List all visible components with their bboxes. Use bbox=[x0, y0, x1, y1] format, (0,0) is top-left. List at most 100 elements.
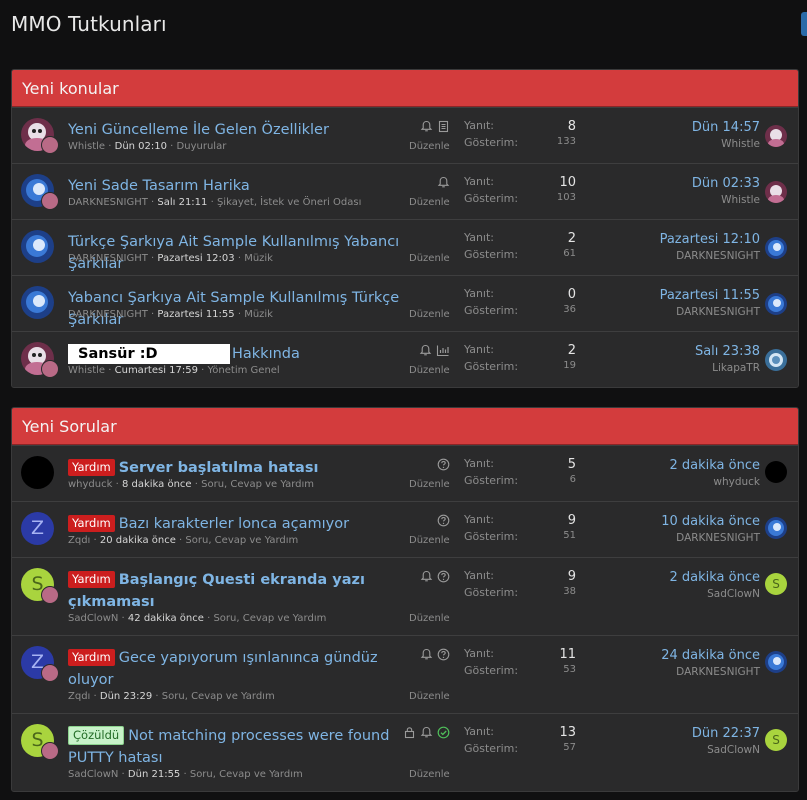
thread-author[interactable]: whyduck bbox=[68, 479, 112, 490]
last-poster-avatar[interactable] bbox=[765, 293, 787, 315]
prefix-badge[interactable]: Yardım bbox=[68, 649, 115, 666]
last-post-user[interactable]: whyduck bbox=[580, 474, 760, 491]
author-avatar[interactable] bbox=[21, 286, 54, 319]
thread-date[interactable]: 42 dakika önce bbox=[128, 613, 204, 624]
thread-status-icons bbox=[420, 648, 450, 661]
edit-link[interactable]: Düzenle bbox=[409, 479, 450, 490]
thread-author[interactable]: Zqdı bbox=[68, 691, 90, 702]
edit-link[interactable]: Düzenle bbox=[409, 535, 450, 546]
block-title[interactable]: Yeni Sorular bbox=[12, 408, 798, 445]
thread-author[interactable]: DARKNESNIGHT bbox=[68, 309, 148, 320]
views-count: 36 bbox=[563, 304, 576, 315]
thread-date[interactable]: Dün 23:29 bbox=[100, 691, 152, 702]
last-post-user[interactable]: Whistle bbox=[580, 136, 760, 153]
edit-link[interactable]: Düzenle bbox=[409, 141, 450, 152]
edit-link[interactable]: Düzenle bbox=[409, 613, 450, 624]
thread-author[interactable]: Whistle bbox=[68, 365, 105, 376]
block-title[interactable]: Yeni konular bbox=[12, 70, 798, 107]
views-label: Gösterim: bbox=[464, 530, 519, 543]
thread-author[interactable]: Whistle bbox=[68, 141, 105, 152]
thread-forum[interactable]: Soru, Cevap ve Yardım bbox=[190, 769, 303, 780]
thread-title-text[interactable]: Server başlatılma hatası bbox=[119, 460, 319, 476]
last-post-date[interactable]: Dün 22:37 bbox=[580, 725, 760, 742]
last-post-user[interactable]: DARKNESNIGHT bbox=[580, 530, 760, 547]
last-post-date[interactable]: 2 dakika önce bbox=[580, 569, 761, 586]
thread-title[interactable]: Yeni Güncelleme İle Gelen Özellikler bbox=[68, 119, 403, 141]
thread-author[interactable]: SadClowN bbox=[68, 769, 118, 780]
header-button[interactable] bbox=[801, 12, 807, 36]
author-avatar[interactable]: Z bbox=[21, 512, 54, 545]
thread-forum[interactable]: Yönetim Genel bbox=[208, 365, 280, 376]
thread-author[interactable]: SadClowN bbox=[68, 613, 118, 624]
thread-forum[interactable]: Soru, Cevap ve Yardım bbox=[162, 691, 275, 702]
last-post-user[interactable]: DARKNESNIGHT bbox=[580, 664, 760, 681]
thread-author[interactable]: DARKNESNIGHT bbox=[68, 197, 148, 208]
prefix-badge[interactable]: Yardım bbox=[68, 515, 115, 532]
question-row: S Yardım Başlangıç Questi ekranda yazı çı… bbox=[12, 557, 798, 635]
last-poster-avatar[interactable] bbox=[765, 237, 787, 259]
thread-forum[interactable]: Müzik bbox=[244, 253, 273, 264]
thread-date[interactable]: Dün 21:55 bbox=[128, 769, 180, 780]
thread-forum[interactable]: Soru, Cevap ve Yardım bbox=[185, 535, 298, 546]
last-poster-avatar[interactable] bbox=[765, 125, 787, 147]
thread-meta: whyduck · 8 dakika önce · Soru, Cevap ve… bbox=[68, 479, 315, 490]
thread-author[interactable]: Zqdı bbox=[68, 535, 90, 546]
author-avatar[interactable] bbox=[21, 456, 54, 489]
last-post-date[interactable]: Salı 23:38 bbox=[580, 343, 760, 360]
last-poster-avatar[interactable]: S bbox=[765, 729, 787, 751]
replies-count: 9 bbox=[567, 569, 576, 584]
last-post-date[interactable]: 2 dakika önce bbox=[580, 457, 761, 474]
thread-date[interactable]: Pazartesi 12:03 bbox=[157, 253, 234, 264]
thread-author[interactable]: DARKNESNIGHT bbox=[68, 253, 148, 264]
thread-date[interactable]: Salı 21:11 bbox=[157, 197, 207, 208]
prefix-badge[interactable]: Çözüldü bbox=[68, 726, 125, 745]
last-poster-avatar[interactable] bbox=[765, 517, 787, 539]
last-post-user[interactable]: SadClowN bbox=[580, 586, 760, 603]
thread-forum[interactable]: Soru, Cevap ve Yardım bbox=[213, 613, 326, 624]
replies-count: 9 bbox=[567, 513, 576, 528]
last-post-user[interactable]: DARKNESNIGHT bbox=[580, 248, 760, 265]
last-post-user[interactable]: LikapaTR bbox=[580, 360, 760, 377]
thread-forum[interactable]: Duyurular bbox=[177, 141, 227, 152]
edit-link[interactable]: Düzenle bbox=[409, 197, 450, 208]
thread-forum[interactable]: Müzik bbox=[244, 309, 273, 320]
last-post-date[interactable]: Dün 02:33 bbox=[580, 175, 760, 192]
last-poster-avatar[interactable] bbox=[765, 461, 787, 483]
question-icon bbox=[437, 648, 450, 661]
replies-label: Yanıt: bbox=[464, 457, 494, 470]
thread-stats: Yanıt: 10 Gösterim: 103 bbox=[464, 175, 576, 209]
author-avatar[interactable] bbox=[21, 230, 54, 263]
edit-link[interactable]: Düzenle bbox=[409, 309, 450, 320]
last-post-date[interactable]: Dün 14:57 bbox=[580, 119, 760, 136]
last-poster-avatar[interactable]: S bbox=[765, 573, 787, 595]
last-post-date[interactable]: Pazartesi 12:10 bbox=[580, 231, 760, 248]
last-post-date[interactable]: 10 dakika önce bbox=[580, 513, 760, 530]
thread-date[interactable]: 8 dakika önce bbox=[122, 479, 192, 490]
thread-date[interactable]: 20 dakika önce bbox=[100, 535, 176, 546]
last-poster-avatar[interactable] bbox=[765, 181, 787, 203]
thread-date[interactable]: Dün 02:10 bbox=[115, 141, 167, 152]
last-post-user[interactable]: DARKNESNIGHT bbox=[580, 304, 760, 321]
thread-title-text[interactable]: Bazı karakterler lonca açamıyor bbox=[119, 516, 349, 532]
thread-date[interactable]: Cumartesi 17:59 bbox=[115, 365, 198, 376]
last-post-user[interactable]: SadClowN bbox=[580, 742, 760, 759]
thread-meta: DARKNESNIGHT · Salı 21:11 · Şikayet, İst… bbox=[68, 197, 362, 208]
thread-title-text[interactable]: Hakkında bbox=[232, 346, 300, 362]
last-post-date[interactable]: Pazartesi 11:55 bbox=[580, 287, 760, 304]
views-label: Gösterim: bbox=[464, 304, 519, 317]
prefix-badge[interactable]: Yardım bbox=[68, 571, 115, 588]
thread-status-icons bbox=[437, 514, 450, 527]
last-post-user[interactable]: Whistle bbox=[580, 192, 760, 209]
thread-forum[interactable]: Şikayet, İstek ve Öneri Odası bbox=[217, 197, 361, 208]
thread-forum[interactable]: Soru, Cevap ve Yardım bbox=[201, 479, 314, 490]
edit-link[interactable]: Düzenle bbox=[409, 253, 450, 264]
last-post-date[interactable]: 24 dakika önce bbox=[580, 647, 760, 664]
thread-date[interactable]: Pazartesi 11:55 bbox=[157, 309, 234, 320]
last-poster-avatar[interactable] bbox=[765, 349, 787, 371]
edit-link[interactable]: Düzenle bbox=[409, 769, 450, 780]
prefix-badge[interactable]: Yardım bbox=[68, 459, 115, 476]
thread-title[interactable]: Yeni Sade Tasarım Harika bbox=[68, 175, 403, 197]
edit-link[interactable]: Düzenle bbox=[409, 691, 450, 702]
last-poster-avatar[interactable] bbox=[765, 651, 787, 673]
edit-link[interactable]: Düzenle bbox=[409, 365, 450, 376]
